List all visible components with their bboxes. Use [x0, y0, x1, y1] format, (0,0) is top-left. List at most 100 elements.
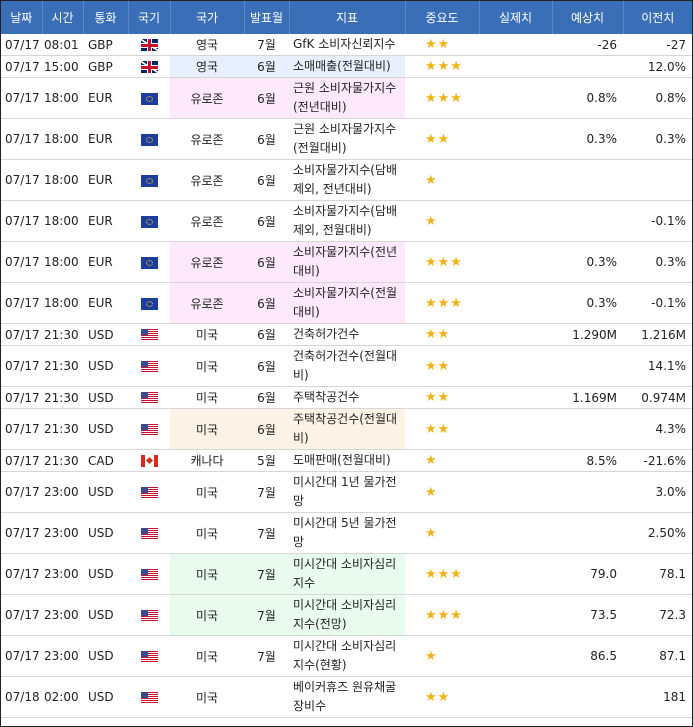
- cell-forecast: 1.290M: [552, 323, 623, 346]
- table-row[interactable]: 07/17 15:00 GBP 영국 6월 소매매출(전월대비) ★★★ 12.0%: [1, 55, 692, 78]
- cell-forecast: 8.5%: [552, 449, 623, 472]
- cell-forecast: 73.5: [552, 594, 623, 636]
- table-row[interactable]: 07/17 23:00 USD 미국 7월 미시간대 5년 물가전망 ★ 2.50%: [1, 512, 692, 554]
- table-row[interactable]: 07/17 23:00 USD 미국 7월 미시간대 소비자심리지수 ★★★ 79.0 78.1: [1, 553, 692, 595]
- cell-forecast: 0.8%: [552, 77, 623, 119]
- table-row[interactable]: 07/17 21:30 USD 미국 6월 건축허가건수 ★★ 1.290M 1.216M: [1, 323, 692, 346]
- cell-previous: -21.6%: [623, 449, 692, 472]
- cell-indicator[interactable]: 건축허가건수: [289, 323, 405, 346]
- col-header-importance[interactable]: 중요도: [405, 1, 480, 34]
- importance-stars-icon: ★★: [425, 421, 451, 437]
- cell-importance: ★★: [405, 34, 479, 56]
- cell-country: 미국: [170, 323, 244, 346]
- cell-previous: 78.1: [623, 553, 692, 595]
- table-row[interactable]: 07/17 21:30 USD 미국 6월 주택착공건수(전월대비) ★★ 4.3%: [1, 408, 692, 450]
- cell-previous: 87.1: [623, 635, 692, 677]
- cell-currency: USD: [83, 345, 128, 387]
- cell-indicator[interactable]: 건축허가건수(전월대비): [289, 345, 405, 387]
- cell-currency: USD: [83, 408, 128, 450]
- cell-previous: 0.3%: [623, 118, 692, 160]
- table-row[interactable]: 07/17 18:00 EUR 유로존 6월 근원 소비자물가지수(전월대비) ★★ 0.3%…: [1, 118, 692, 160]
- cell-period: 6월: [244, 159, 289, 201]
- cell-indicator[interactable]: 미시간대 소비자심리지수: [289, 553, 405, 595]
- cell-flag: [128, 553, 170, 595]
- cell-country: 캐나다: [170, 449, 244, 472]
- cell-period: 6월: [244, 408, 289, 450]
- cell-indicator[interactable]: 소비자물가지수(담배제외, 전년대비): [289, 159, 405, 201]
- cell-indicator[interactable]: 미시간대 소비자심리지수(현황): [289, 635, 405, 677]
- col-header-flag[interactable]: 국기: [128, 1, 171, 34]
- cell-flag: [128, 408, 170, 450]
- cell-indicator[interactable]: GfK 소비자신뢰지수: [289, 34, 405, 56]
- calendar-table: 날짜 시간 통화 국기 국가 발표월 지표 중요도 실제치 예상치 이전치 07…: [1, 1, 692, 718]
- cell-forecast: [552, 676, 623, 718]
- cell-country: 미국: [170, 345, 244, 387]
- cell-country: 미국: [170, 635, 244, 677]
- importance-stars-icon: ★: [425, 172, 438, 188]
- cell-time: 18:00: [42, 118, 83, 160]
- col-header-actual[interactable]: 실제치: [479, 1, 553, 34]
- cell-indicator[interactable]: 소매매출(전월대비): [289, 55, 405, 78]
- table-row[interactable]: 07/17 21:30 USD 미국 6월 주택착공건수 ★★ 1.169M 0.974M: [1, 386, 692, 409]
- cell-time: 21:30: [42, 449, 83, 472]
- importance-stars-icon: ★: [425, 484, 438, 500]
- table-row[interactable]: 07/17 23:00 USD 미국 7월 미시간대 소비자심리지수(전망) ★★★ 73.5…: [1, 594, 692, 636]
- cell-indicator[interactable]: 베이커휴즈 원유채굴장비수: [289, 676, 405, 718]
- cell-country: 유로존: [170, 159, 244, 201]
- cell-previous: 72.3: [623, 594, 692, 636]
- cell-actual: [479, 449, 552, 472]
- cell-previous: 12.0%: [623, 55, 692, 78]
- cell-date: 07/17: [1, 241, 42, 283]
- table-row[interactable]: 07/17 21:30 CAD 캐나다 5월 도매판매(전월대비) ★ 8.5% -21.6%: [1, 449, 692, 472]
- cell-time: 02:00: [42, 676, 83, 718]
- cell-indicator[interactable]: 소비자물가지수(담배제외, 전월대비): [289, 200, 405, 242]
- cell-currency: USD: [83, 553, 128, 595]
- table-row[interactable]: 07/17 18:00 EUR 유로존 6월 소비자물가지수(담배제외, 전월대비) ★ -0…: [1, 200, 692, 242]
- cell-previous: 181: [623, 676, 692, 718]
- table-row[interactable]: 07/17 18:00 EUR 유로존 6월 소비자물가지수(전월대비) ★★★ 0.3% -0…: [1, 282, 692, 324]
- cell-indicator[interactable]: 소비자물가지수(전월대비): [289, 282, 405, 324]
- cell-time: 08:01: [42, 34, 83, 56]
- table-row[interactable]: 07/17 08:01 GBP 영국 7월 GfK 소비자신뢰지수 ★★ -26 -27: [1, 34, 692, 56]
- cell-previous: [623, 159, 692, 201]
- cell-indicator[interactable]: 미시간대 5년 물가전망: [289, 512, 405, 554]
- cell-flag: [128, 55, 170, 78]
- cell-indicator[interactable]: 미시간대 1년 물가전망: [289, 471, 405, 513]
- cell-indicator[interactable]: 주택착공건수(전월대비): [289, 408, 405, 450]
- table-row[interactable]: 07/17 23:00 USD 미국 7월 미시간대 1년 물가전망 ★ 3.0%: [1, 471, 692, 513]
- table-row[interactable]: 07/18 02:00 USD 미국 베이커휴즈 원유채굴장비수 ★★ 181: [1, 676, 692, 718]
- cell-importance: ★★: [405, 118, 479, 160]
- cell-actual: [479, 159, 552, 201]
- col-header-period[interactable]: 발표월: [244, 1, 290, 34]
- col-header-date[interactable]: 날짜: [1, 1, 43, 34]
- col-header-previous[interactable]: 이전치: [623, 1, 692, 34]
- table-row[interactable]: 07/17 18:00 EUR 유로존 6월 소비자물가지수(담배제외, 전년대비) ★: [1, 159, 692, 201]
- table-row[interactable]: 07/17 18:00 EUR 유로존 6월 근원 소비자물가지수(전년대비) ★★★ 0.8…: [1, 77, 692, 119]
- cell-indicator[interactable]: 근원 소비자물가지수(전년대비): [289, 77, 405, 119]
- col-header-indicator[interactable]: 지표: [289, 1, 406, 34]
- cell-indicator[interactable]: 소비자물가지수(전년대비): [289, 241, 405, 283]
- cell-period: 7월: [244, 553, 289, 595]
- cell-date: 07/17: [1, 159, 42, 201]
- cell-actual: [479, 408, 552, 450]
- cell-indicator[interactable]: 근원 소비자물가지수(전월대비): [289, 118, 405, 160]
- col-header-currency[interactable]: 통화: [83, 1, 129, 34]
- table-row[interactable]: 07/17 21:30 USD 미국 6월 건축허가건수(전월대비) ★★ 14.1%: [1, 345, 692, 387]
- col-header-forecast[interactable]: 예상치: [552, 1, 624, 34]
- table-row[interactable]: 07/17 23:00 USD 미국 7월 미시간대 소비자심리지수(현황) ★ 86.5 87…: [1, 635, 692, 677]
- cell-forecast: 0.3%: [552, 241, 623, 283]
- cell-indicator[interactable]: 주택착공건수: [289, 386, 405, 409]
- cell-indicator[interactable]: 미시간대 소비자심리지수(전망): [289, 594, 405, 636]
- eu-flag-icon: [140, 92, 158, 105]
- cell-currency: EUR: [83, 159, 128, 201]
- cell-currency: CAD: [83, 449, 128, 472]
- cell-importance: ★★: [405, 408, 479, 450]
- col-header-country[interactable]: 국가: [170, 1, 245, 34]
- importance-stars-icon: ★★★: [425, 566, 463, 582]
- cell-country: 미국: [170, 594, 244, 636]
- col-header-time[interactable]: 시간: [42, 1, 84, 34]
- cell-importance: ★★: [405, 676, 479, 718]
- cell-indicator[interactable]: 도매판매(전월대비): [289, 449, 405, 472]
- cell-forecast: [552, 408, 623, 450]
- table-row[interactable]: 07/17 18:00 EUR 유로존 6월 소비자물가지수(전년대비) ★★★ 0.3% 0.…: [1, 241, 692, 283]
